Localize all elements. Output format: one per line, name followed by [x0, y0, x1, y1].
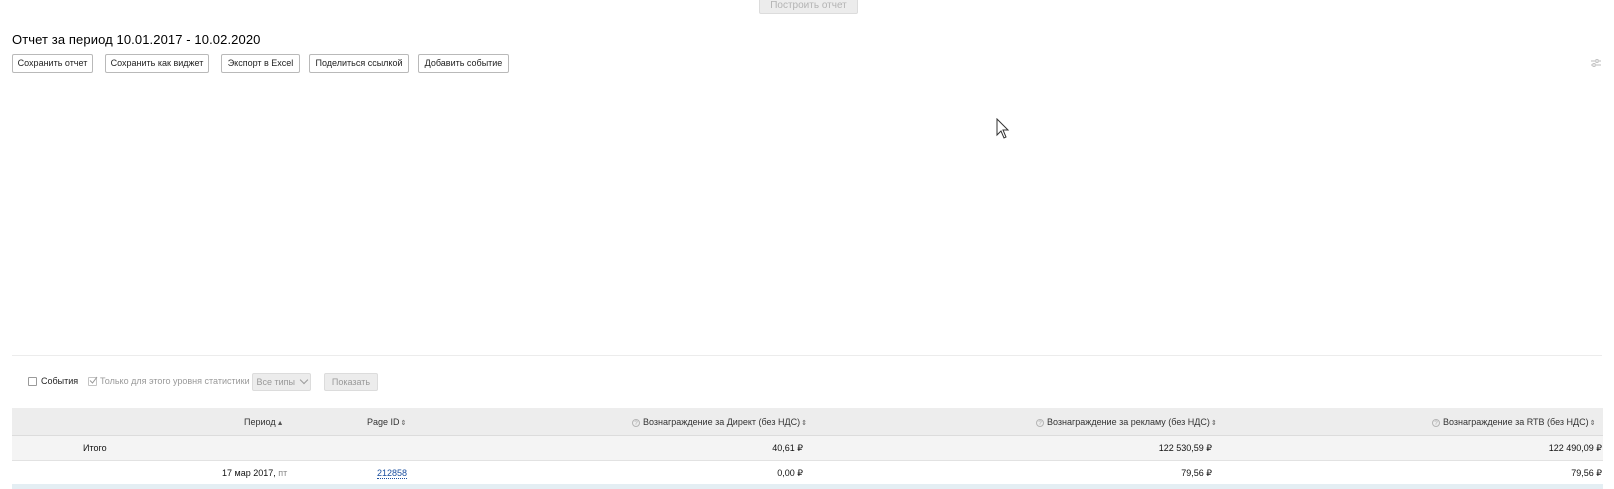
build-report-button[interactable]: Построить отчет — [759, 0, 858, 14]
column-ad-reward[interactable]: ? Вознаграждение за рекламу (без НДС)⇕ — [1036, 417, 1217, 427]
settings-sliders-icon[interactable] — [1590, 57, 1602, 69]
checkmark-icon — [89, 376, 98, 384]
row-page-id-link[interactable]: 212858 — [377, 468, 408, 479]
next-row-strip — [12, 484, 1603, 489]
add-event-button[interactable]: Добавить событие — [418, 54, 509, 73]
share-link-button[interactable]: Поделиться ссылкой — [309, 54, 409, 73]
total-rtb: 122 490,09 ₽ — [1548, 443, 1602, 453]
sort-icon: ⇕ — [1210, 420, 1217, 427]
row-direct: 0,00 ₽ — [777, 468, 803, 478]
help-icon[interactable]: ? — [1036, 419, 1044, 427]
show-events-button[interactable]: Показать — [324, 373, 378, 391]
row-period: 17 мар 2017, пт — [222, 468, 288, 478]
event-types-select[interactable]: Все типы — [252, 373, 311, 391]
chevron-down-icon — [299, 375, 308, 385]
sort-icon: ⇕ — [1589, 420, 1596, 427]
event-types-value: Все типы — [256, 377, 295, 387]
total-row: Итого 40,61 ₽ 122 530,59 ₽ 122 490,09 ₽ — [12, 436, 1603, 461]
table-header: Период▲ Page ID⇕ ? Вознаграждение за Дире… — [12, 408, 1603, 436]
help-icon[interactable]: ? — [632, 419, 640, 427]
page-title: Отчет за период 10.01.2017 - 10.02.2020 — [12, 32, 261, 47]
export-excel-button[interactable]: Экспорт в Excel — [221, 54, 300, 73]
only-level-checkbox[interactable] — [88, 376, 98, 386]
row-rtb: 79,56 ₽ — [1571, 468, 1602, 478]
sort-icon: ⇕ — [400, 420, 407, 427]
total-label: Итого — [83, 443, 107, 453]
chart-divider — [12, 355, 1602, 356]
column-page-id[interactable]: Page ID⇕ — [367, 417, 406, 427]
total-direct: 40,61 ₽ — [772, 443, 803, 453]
sort-icon: ⇕ — [801, 420, 807, 427]
save-report-button[interactable]: Сохранить отчет — [12, 54, 93, 73]
column-direct-reward[interactable]: ? Вознаграждение за Директ (без НДС)⇕ — [632, 417, 807, 427]
save-as-widget-button[interactable]: Сохранить как виджет — [105, 54, 209, 73]
column-period[interactable]: Период▲ — [244, 417, 284, 427]
only-level-label: Только для этого уровня статистики — [100, 376, 250, 386]
mouse-cursor-icon — [996, 118, 1010, 139]
help-icon[interactable]: ? — [1432, 419, 1440, 427]
total-ad: 122 530,59 ₽ — [1158, 443, 1212, 453]
events-checkbox[interactable] — [28, 377, 37, 386]
sort-asc-icon: ▲ — [276, 420, 284, 427]
row-ad: 79,56 ₽ — [1181, 468, 1212, 478]
events-label: События — [41, 376, 79, 386]
table-row: 17 мар 2017, пт 212858 0,00 ₽ 79,56 ₽ 79… — [12, 461, 1603, 485]
column-rtb-reward[interactable]: ? Вознаграждение за RTB (без НДС)⇕ — [1432, 417, 1596, 427]
